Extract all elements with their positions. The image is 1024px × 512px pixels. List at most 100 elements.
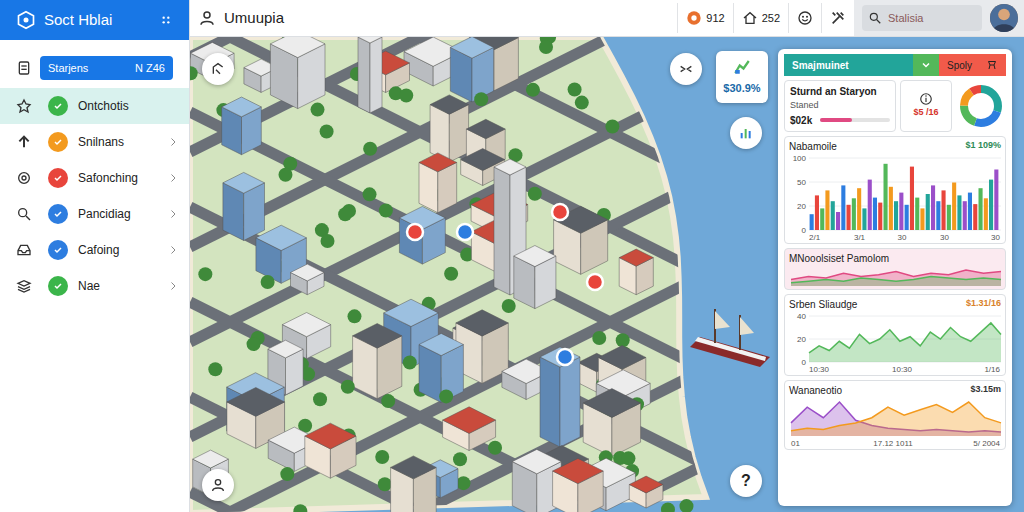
sidebar-item[interactable]: Nae: [0, 268, 189, 304]
map-pin-icon[interactable]: [407, 224, 423, 240]
summary-title: Sturnd an Staryon: [790, 84, 890, 99]
item-badge-icon: [48, 240, 68, 260]
button-badge: N Z46: [135, 60, 165, 77]
summary-value-row: $02k: [790, 113, 890, 128]
building-icon: [583, 389, 640, 457]
area-fill: [791, 402, 1001, 436]
bar: [936, 201, 940, 230]
x-tick: 10:30: [892, 365, 913, 374]
building-icon: [553, 458, 604, 512]
bar: [947, 204, 951, 229]
collapse-button[interactable]: [670, 53, 702, 85]
tree-icon: [621, 451, 635, 465]
tree-icon: [539, 40, 553, 54]
sidebar-list: OntchotisSnilnans Safonching Pancidiag Cafo…: [0, 88, 189, 304]
inbox-icon: [16, 242, 32, 258]
bar: [852, 198, 856, 230]
bar: [836, 212, 840, 230]
chevron-right-icon: [167, 208, 179, 220]
panel-tab[interactable]: Smajmuinet: [784, 54, 913, 76]
tree-icon: [575, 96, 589, 110]
tree-icon: [605, 120, 619, 134]
panel-tab[interactable]: Spoly: [939, 54, 1006, 76]
tree-icon: [278, 168, 292, 182]
chevron-right-icon: [167, 280, 179, 292]
x-tick: 2/1: [809, 233, 821, 242]
chevron-right-icon: [167, 136, 179, 148]
item-badge-icon: [48, 168, 68, 188]
tools-button[interactable]: [821, 3, 854, 33]
x-tick: 01: [791, 439, 800, 448]
avatar-icon[interactable]: [990, 4, 1018, 32]
bar: [942, 190, 946, 230]
tree-icon: [381, 394, 395, 408]
bar: [920, 208, 924, 230]
x-tick: 5/ 2004: [973, 439, 1000, 448]
map-mode-button[interactable]: [202, 53, 234, 85]
bar: [957, 195, 961, 230]
tab-label: Spoly: [947, 58, 972, 73]
city-map[interactable]: ?$30.9%SmajmuinetSpolySturnd an StaryonS…: [190, 37, 1024, 512]
summary-row: Sturnd an StaryonStaned$02k$5 /16: [784, 80, 1006, 132]
top-bar: Umuupia912252: [190, 0, 1024, 37]
series-line: [791, 270, 1001, 280]
tree-icon: [526, 83, 540, 97]
sidebar-item[interactable]: Safonching: [0, 160, 189, 196]
chart-button[interactable]: [730, 117, 762, 149]
tab-dropdown[interactable]: [913, 54, 939, 76]
ship-icon: [690, 309, 770, 367]
button-label: Starjens: [48, 60, 88, 77]
profile-button[interactable]: [202, 469, 234, 501]
area-fill: [791, 402, 1001, 436]
bar: [984, 198, 988, 230]
donut-segment: [964, 89, 998, 123]
road-network: [190, 37, 1024, 512]
tree-icon: [502, 299, 516, 313]
trend-icon: [733, 58, 751, 76]
document-icon: [16, 60, 32, 76]
tree-icon: [379, 203, 393, 217]
item-label: Pancidiag: [78, 205, 151, 223]
layers-icon: [16, 278, 32, 294]
alert-card: $5 /16: [900, 80, 952, 132]
bar: [820, 208, 824, 230]
help-button[interactable]: ?: [730, 465, 762, 497]
search-field[interactable]: [862, 5, 982, 31]
tree-icon: [375, 450, 389, 464]
building-icon: [358, 37, 382, 113]
item-label: Safonching: [78, 169, 151, 187]
chevron-right-icon: [167, 244, 179, 256]
tree-icon: [338, 207, 352, 221]
search-input[interactable]: [886, 9, 976, 28]
tree-icon: [661, 503, 675, 512]
sidebar-item[interactable]: Pancidiag: [0, 196, 189, 232]
chart-header: Wananeotio$3.15m: [789, 383, 1001, 398]
search-icon: [16, 206, 32, 222]
stat-item[interactable]: 252: [733, 3, 788, 33]
sidebar-item[interactable]: Cafoing: [0, 232, 189, 268]
tree-icon: [399, 88, 413, 102]
x-tick: 1/16: [984, 365, 1000, 374]
home-icon: [742, 10, 758, 26]
bar: [810, 214, 814, 230]
starjens-button[interactable]: Starjens N Z46: [40, 56, 173, 80]
map-stat-card[interactable]: $30.9%: [716, 51, 768, 103]
stat-item[interactable]: 912: [677, 3, 732, 33]
map-pin-icon[interactable]: [587, 274, 603, 290]
chart-value: $1.31/16: [966, 297, 1001, 311]
tree-icon: [261, 275, 275, 289]
map-pin-icon[interactable]: [457, 224, 473, 240]
building-icon: [305, 423, 356, 478]
summary-slider[interactable]: [820, 118, 890, 122]
smiley-button[interactable]: [788, 3, 821, 33]
y-tick: 20: [797, 202, 806, 211]
bar: [825, 190, 829, 230]
map-pin-icon[interactable]: [552, 204, 568, 220]
map-pin-icon[interactable]: [557, 349, 573, 365]
chart-title: MNooolsiset Pamolom: [789, 251, 889, 266]
sidebar-item[interactable]: Snilnans: [0, 124, 189, 160]
building-icon: [270, 37, 325, 109]
bar: [868, 179, 872, 229]
sidebar-item[interactable]: Ontchotis: [0, 88, 189, 124]
chart-value: $1 109%: [965, 139, 1001, 153]
